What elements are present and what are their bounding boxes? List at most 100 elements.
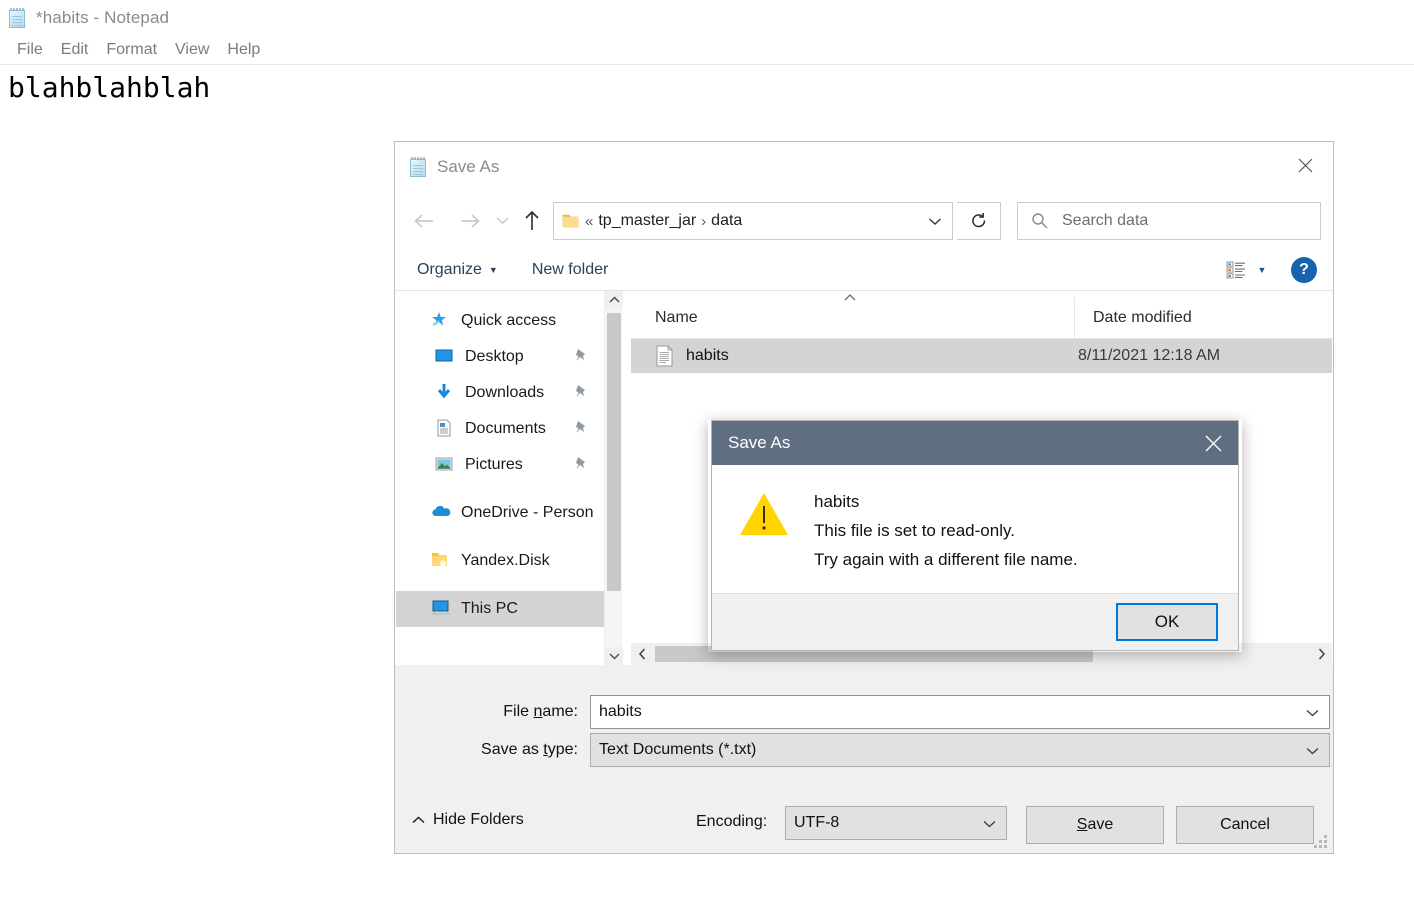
sidebar-item-desktop[interactable]: Desktop	[396, 339, 604, 375]
organize-label: Organize	[417, 260, 482, 278]
scroll-up-button[interactable]	[605, 291, 623, 309]
breadcrumb-overflow[interactable]: «	[585, 213, 593, 230]
breadcrumb-separator: ›	[701, 212, 707, 230]
arrow-right-icon[interactable]	[453, 204, 487, 238]
hide-folders-label: Hide Folders	[433, 811, 524, 828]
sidebar-item-label: Downloads	[465, 384, 545, 401]
scroll-left-button[interactable]	[631, 643, 653, 665]
new-folder-button[interactable]: New folder	[532, 261, 608, 279]
column-label: Date modified	[1093, 308, 1192, 326]
sidebar-item-downloads[interactable]: Downloads	[396, 375, 604, 411]
sort-ascending-icon	[843, 293, 857, 305]
arrow-left-icon[interactable]	[407, 204, 441, 238]
pin-icon[interactable]	[574, 420, 588, 436]
documents-icon	[434, 419, 456, 439]
sidebar-item-quick-access[interactable]: Quick access	[396, 303, 604, 339]
pin-icon[interactable]	[574, 384, 588, 400]
modal-footer: OK	[712, 593, 1238, 650]
pin-icon[interactable]	[574, 456, 588, 472]
ok-button-label: OK	[1154, 612, 1180, 631]
menu-help[interactable]: Help	[218, 39, 269, 61]
close-icon[interactable]	[1188, 421, 1238, 465]
notepad-document-text: blahblahblah	[8, 71, 211, 104]
sidebar-item-this-pc[interactable]: This PC	[396, 591, 604, 627]
folder-icon	[562, 213, 580, 229]
search-icon	[1030, 211, 1050, 231]
menu-edit[interactable]: Edit	[52, 39, 98, 61]
desktop-icon	[434, 347, 456, 367]
help-icon[interactable]: ?	[1291, 257, 1317, 283]
scroll-right-button[interactable]	[1310, 643, 1332, 665]
refresh-icon[interactable]	[957, 202, 1001, 240]
sidebar-item-label: This PC	[461, 600, 518, 617]
save-button[interactable]: Save	[1026, 806, 1164, 844]
yandex-folder-icon	[430, 551, 452, 571]
notepad-menubar: File Edit Format View Help	[0, 36, 1414, 64]
sidebar-item-label: OneDrive - Person	[461, 504, 594, 521]
column-label: Name	[655, 308, 698, 326]
pin-icon[interactable]	[574, 348, 588, 364]
text-file-icon	[656, 345, 674, 367]
sidebar-item-onedrive[interactable]: OneDrive - Person	[396, 495, 604, 531]
modal-content: habits This file is set to read-only. Tr…	[712, 465, 1238, 593]
modal-message-line-3: Try again with a different file name.	[814, 550, 1078, 569]
arrow-up-icon[interactable]	[519, 204, 545, 238]
sidebar-item-label: Desktop	[465, 348, 524, 365]
organize-button[interactable]: Organize ▼	[417, 261, 498, 279]
breadcrumb-item-data[interactable]: data	[711, 212, 742, 230]
menu-file[interactable]: File	[8, 39, 52, 61]
file-name-input[interactable]: habits	[590, 695, 1330, 729]
resize-grip-icon[interactable]	[1313, 834, 1327, 848]
chevron-down-icon[interactable]	[1306, 743, 1319, 758]
chevron-down-icon[interactable]	[491, 204, 513, 238]
breadcrumb-item-tp-master-jar[interactable]: tp_master_jar	[598, 212, 696, 230]
modal-message-line-1: habits	[814, 492, 860, 511]
sidebar-item-label: Pictures	[465, 456, 523, 473]
save-button-label: Save	[1076, 816, 1114, 833]
cancel-button[interactable]: Cancel	[1176, 806, 1314, 844]
address-bar[interactable]: « tp_master_jar › data	[553, 202, 953, 240]
save-as-type-row: Save as type: Text Documents (*.txt)	[396, 733, 1332, 767]
menu-format[interactable]: Format	[97, 39, 166, 61]
this-pc-icon	[430, 599, 452, 619]
save-as-titlebar: Save As	[395, 142, 1333, 192]
warning-triangle-icon	[738, 491, 790, 537]
chevron-down-icon[interactable]	[928, 214, 942, 229]
notepad-icon	[8, 7, 28, 29]
download-icon	[434, 383, 456, 403]
chevron-down-icon[interactable]	[983, 816, 996, 831]
sidebar-item-label: Quick access	[461, 312, 557, 329]
modal-message: habits This file is set to read-only. Tr…	[814, 487, 1078, 593]
file-name-row: File name: habits	[396, 695, 1332, 729]
scroll-down-button[interactable]	[605, 647, 623, 665]
ok-button[interactable]: OK	[1116, 603, 1218, 641]
view-details-icon[interactable]	[1221, 255, 1251, 285]
encoding-select[interactable]: UTF-8	[785, 806, 1007, 840]
chevron-down-icon[interactable]	[1306, 705, 1319, 720]
modal-titlebar: Save As	[712, 421, 1238, 465]
cancel-button-label: Cancel	[1220, 816, 1270, 833]
save-as-type-select[interactable]: Text Documents (*.txt)	[590, 733, 1330, 767]
close-icon[interactable]	[1277, 142, 1333, 188]
navigation-pane: Quick access Desktop Downloads Documents…	[396, 291, 604, 665]
notepad-title: *habits - Notepad	[36, 8, 170, 27]
scrollbar-thumb[interactable]	[607, 313, 621, 591]
table-row[interactable]: habits 8/11/2021 12:18 AM	[631, 339, 1332, 373]
column-header-row: Name Date modified	[631, 293, 1332, 339]
column-header-date-modified[interactable]: Date modified	[1075, 297, 1332, 339]
navigation-pane-scrollbar[interactable]	[604, 291, 623, 665]
file-name-label: File name:	[503, 703, 578, 720]
view-controls: ▼ ?	[1221, 255, 1317, 285]
column-header-name[interactable]: Name	[631, 293, 1075, 339]
save-as-type-value: Text Documents (*.txt)	[599, 741, 757, 758]
menu-view[interactable]: View	[166, 39, 218, 61]
sidebar-item-yandex-disk[interactable]: Yandex.Disk	[396, 543, 604, 579]
caret-down-icon[interactable]: ▼	[1251, 255, 1273, 285]
hide-folders-button[interactable]: Hide Folders	[412, 811, 524, 829]
sidebar-item-pictures[interactable]: Pictures	[396, 447, 604, 483]
sidebar-item-documents[interactable]: Documents	[396, 411, 604, 447]
search-input[interactable]: Search data	[1017, 202, 1321, 240]
notepad-icon	[409, 156, 429, 178]
